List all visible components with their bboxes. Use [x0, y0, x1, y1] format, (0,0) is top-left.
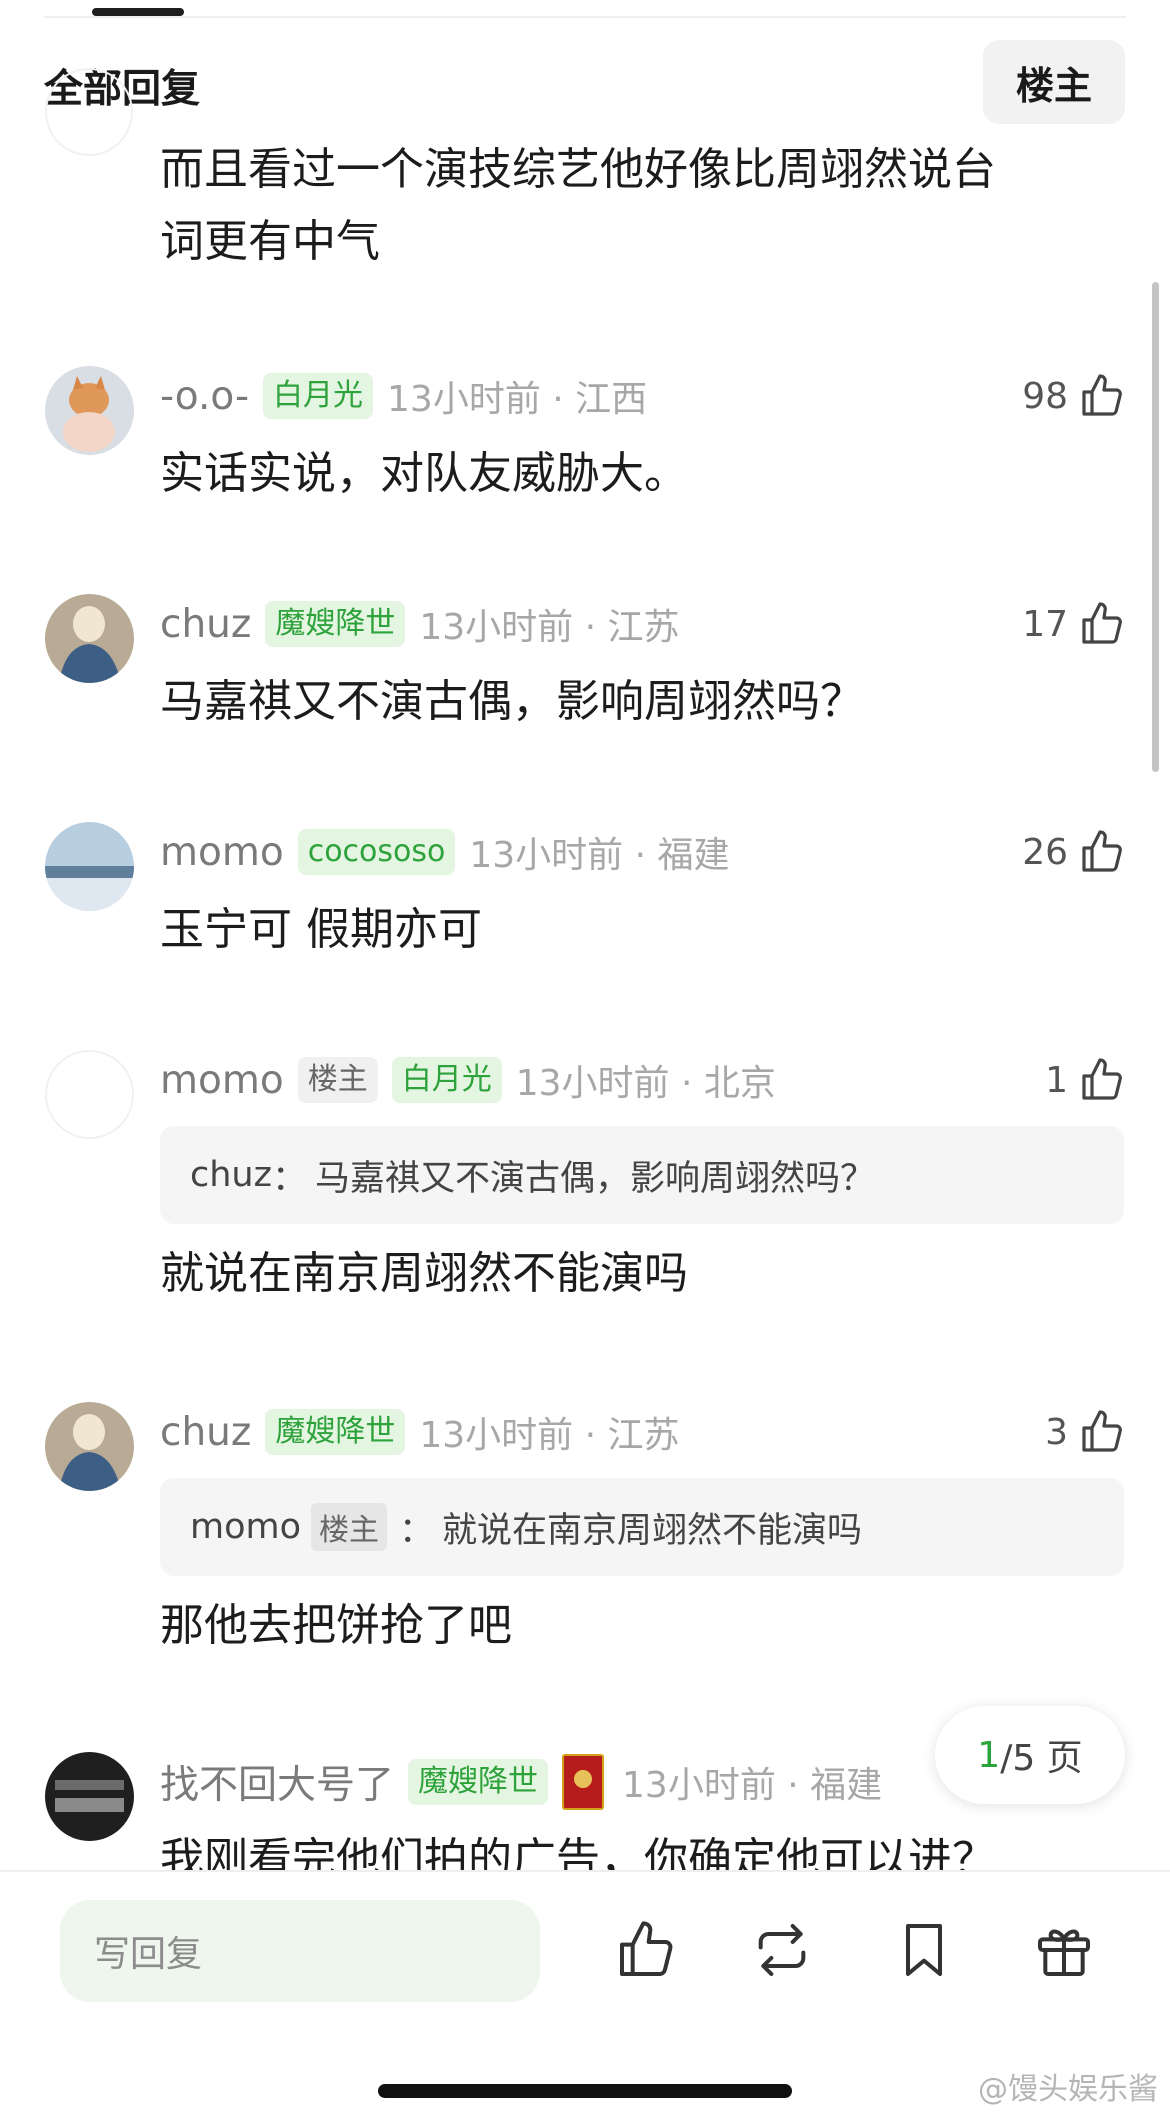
username[interactable]: chuz — [160, 602, 251, 647]
fan-badge: 白月光 — [391, 1057, 502, 1103]
fan-badge: 魔嫂降世 — [265, 601, 406, 647]
comment-meta: chuz 魔嫂降世 13小时前 · 江苏 — [160, 594, 680, 654]
page-indicator[interactable]: 1 /5 页 — [935, 1706, 1125, 1804]
thumbs-up-icon — [1082, 602, 1122, 644]
avatar[interactable] — [45, 1402, 134, 1491]
current-page: 1 — [977, 1734, 1001, 1776]
like-count: 98 — [1022, 375, 1068, 417]
username[interactable]: chuz — [160, 1410, 251, 1455]
time-location: 13小时前 · 福建 — [622, 1765, 883, 1806]
thumbs-up-icon — [1082, 830, 1122, 872]
fan-badge: cocososo — [297, 829, 456, 875]
top-divider — [44, 16, 1126, 18]
watermark: @馒头娱乐酱 — [978, 2072, 1158, 2107]
quote-op-badge: 楼主 — [311, 1503, 388, 1551]
quote-author: chuz — [190, 1155, 272, 1195]
op-badge: 楼主 — [297, 1057, 378, 1103]
like-button[interactable]: 26 — [1022, 822, 1126, 882]
like-count: 1 — [1045, 1059, 1068, 1101]
fan-badge: 魔嫂降世 — [265, 1409, 406, 1455]
like-count: 3 — [1045, 1411, 1068, 1453]
like-button[interactable]: 98 — [1022, 366, 1126, 426]
avatar[interactable] — [45, 1752, 134, 1841]
time-location: 13小时前 · 江西 — [387, 379, 648, 420]
username[interactable]: momo — [160, 830, 284, 875]
avatar[interactable] — [45, 594, 134, 683]
comment-text: 就说在南京周翊然不能演吗 — [160, 1248, 688, 1299]
medal-icon — [562, 1754, 605, 1810]
continued-comment-text: 而且看过一个演技综艺他好像比周翊然说台 词更有中气 — [160, 134, 1100, 278]
quote-text: 就说在南京周翊然不能演吗 — [442, 1510, 863, 1551]
op-only-filter-button[interactable]: 楼主 — [983, 40, 1125, 124]
comment-meta: chuz 魔嫂降世 13小时前 · 江苏 — [160, 1402, 680, 1462]
comment-text: 马嘉祺又不演古偶，影响周翊然吗？ — [160, 676, 864, 727]
quoted-comment[interactable]: chuz ： 马嘉祺又不演古偶，影响周翊然吗？ — [160, 1126, 1124, 1224]
fan-badge: 魔嫂降世 — [408, 1759, 549, 1805]
comment-text: 那他去把饼抢了吧 — [160, 1600, 512, 1651]
thumbs-up-icon — [1082, 1058, 1122, 1100]
reply-input[interactable]: 写回复 — [60, 1900, 540, 2002]
avatar[interactable] — [45, 366, 134, 455]
thumbs-up-icon — [1082, 374, 1122, 416]
fan-badge: 白月光 — [263, 373, 374, 419]
time-location: 13小时前 · 江苏 — [419, 607, 680, 648]
comment-meta: 找不回大号了 魔嫂降世 13小时前 · 福建 — [160, 1752, 882, 1812]
thumbs-up-icon — [1082, 1410, 1122, 1452]
comment-text: 实话实说，对队友威胁大。 — [160, 448, 688, 499]
avatar[interactable] — [45, 1050, 134, 1139]
quoted-comment[interactable]: momo 楼主 ： 就说在南京周翊然不能演吗 — [160, 1478, 1124, 1576]
total-pages: /5 页 — [1000, 1738, 1083, 1779]
quote-text: 马嘉祺又不演古偶，影响周翊然吗？ — [315, 1158, 876, 1199]
like-button[interactable]: 3 — [1045, 1402, 1126, 1462]
quote-separator: ： — [271, 1158, 307, 1199]
like-button[interactable]: 17 — [1022, 594, 1126, 654]
time-location: 13小时前 · 北京 — [515, 1063, 776, 1104]
repost-icon[interactable] — [750, 1918, 814, 1982]
comment-meta: momo cocososo 13小时前 · 福建 — [160, 822, 730, 882]
like-icon[interactable] — [614, 1918, 678, 1982]
continued-line-2: 词更有中气 — [160, 216, 380, 267]
tab-indicator — [92, 8, 184, 16]
bookmark-icon[interactable] — [892, 1918, 956, 1982]
comment-meta: momo 楼主 白月光 13小时前 · 北京 — [160, 1050, 776, 1110]
continued-line-1: 而且看过一个演技综艺他好像比周翊然说台 — [160, 144, 996, 195]
time-location: 13小时前 · 福建 — [469, 835, 730, 876]
scrollbar[interactable] — [1152, 282, 1159, 772]
home-indicator[interactable] — [378, 2084, 792, 2098]
like-button[interactable]: 1 — [1045, 1050, 1126, 1110]
comment-text: 玉宁可 假期亦可 — [160, 904, 482, 955]
username[interactable]: -o.o- — [160, 374, 249, 419]
comment-meta: -o.o- 白月光 13小时前 · 江西 — [160, 366, 647, 426]
time-location: 13小时前 · 江苏 — [419, 1415, 680, 1456]
quote-separator: ： — [399, 1510, 435, 1551]
like-count: 17 — [1022, 603, 1068, 645]
like-count: 26 — [1022, 831, 1068, 873]
partial-avatar — [45, 60, 133, 156]
quote-author: momo — [190, 1507, 302, 1547]
gift-icon[interactable] — [1032, 1918, 1096, 1982]
username[interactable]: 找不回大号了 — [160, 1754, 394, 1810]
username[interactable]: momo — [160, 1058, 284, 1103]
avatar[interactable] — [45, 822, 134, 911]
